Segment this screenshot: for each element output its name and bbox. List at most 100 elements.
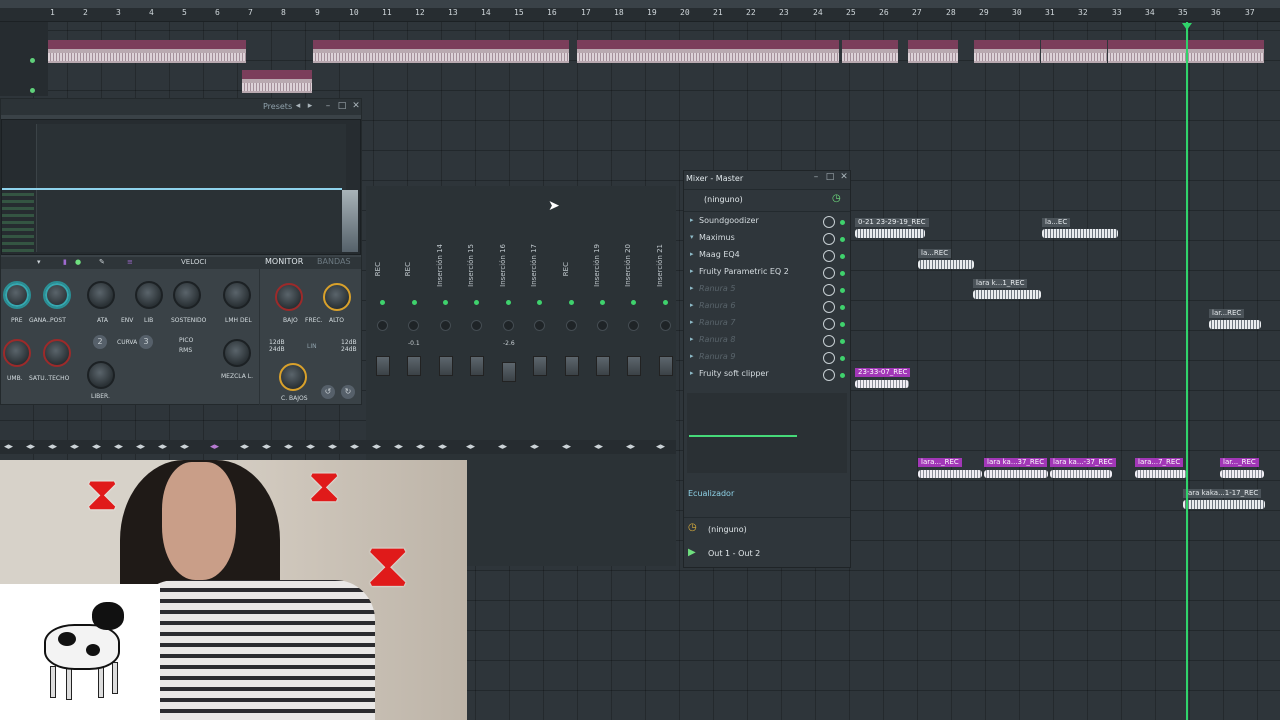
audio-clip[interactable]: free jane remover + kmoe + glaive type b… <box>313 40 569 63</box>
audio-clip[interactable]: free j...morning <box>1041 40 1107 63</box>
route-arrow-icon[interactable]: ◂▸ <box>4 442 13 452</box>
audio-clip[interactable]: free...orning <box>842 40 898 63</box>
route-arrow-icon[interactable]: ◂▸ <box>114 442 123 452</box>
pan-knob[interactable] <box>534 320 545 331</box>
route-arrow-icon[interactable]: ◂▸ <box>656 442 665 452</box>
playhead[interactable] <box>1186 22 1188 720</box>
route-arrow-icon[interactable]: ◂▸ <box>92 442 101 452</box>
chevron-right-icon[interactable]: ▸ <box>690 216 694 224</box>
effect-slot[interactable]: ▸ Fruity Parametric EQ 2 <box>684 264 850 281</box>
route-arrow-icon[interactable]: ◂▸ <box>626 442 635 452</box>
audio-clip[interactable]: free j...morning <box>974 40 1040 63</box>
threshold-line[interactable] <box>2 188 342 190</box>
mix-level-knob[interactable] <box>823 267 835 279</box>
power-icon[interactable]: ● <box>75 258 81 266</box>
channel-led[interactable] <box>380 300 385 305</box>
slot-enable-led[interactable] <box>840 220 845 225</box>
rec-clip-selected[interactable]: lara ka...37_REC <box>984 458 1048 480</box>
route-arrow-icon[interactable]: ◂▸ <box>306 442 315 452</box>
rec-clip[interactable]: lara kaka...1-17_REC <box>1183 489 1265 511</box>
master-meter[interactable] <box>687 393 847 473</box>
channel-led[interactable] <box>569 300 574 305</box>
rec-clip-selected[interactable]: lara...7_REC <box>1135 458 1187 480</box>
channel-led[interactable] <box>537 300 542 305</box>
rms-label[interactable]: RMS <box>179 347 192 354</box>
mix-level-knob[interactable] <box>823 233 835 245</box>
slot-enable-led[interactable] <box>840 339 845 344</box>
slot-enable-led[interactable] <box>840 373 845 378</box>
close-icon[interactable]: ✕ <box>351 101 361 111</box>
track-header[interactable] <box>0 22 48 96</box>
pan-knob[interactable] <box>440 320 451 331</box>
effect-slot[interactable]: ▾ Maximus <box>684 230 850 247</box>
rec-clip[interactable]: la...REC <box>918 249 974 271</box>
mix-level-knob[interactable] <box>823 250 835 262</box>
mix-level-knob[interactable] <box>823 369 835 381</box>
chevron-down-icon[interactable]: ▾ <box>37 258 41 266</box>
route-arrow-icon[interactable]: ◂▸ <box>562 442 571 452</box>
route-arrow-icon[interactable]: ◂▸ <box>466 442 475 452</box>
mix-knob[interactable] <box>223 339 251 367</box>
volume-fader[interactable] <box>407 356 421 376</box>
threshold-knob[interactable] <box>3 339 31 367</box>
chevron-right-icon[interactable]: ▸ <box>690 335 694 343</box>
redo-icon[interactable]: ↻ <box>341 385 355 399</box>
plugin-title-bar[interactable]: Presets ◂ ▸ – □ ✕ <box>1 99 361 115</box>
effect-slot[interactable]: ▸ Ranura 7 <box>684 315 850 332</box>
volume-fader[interactable] <box>659 356 673 376</box>
curve-right-button[interactable]: 3 <box>139 335 153 349</box>
track-mute-led[interactable] <box>30 88 35 93</box>
gain-post-knob[interactable] <box>43 281 71 309</box>
close-icon[interactable]: ✕ <box>839 172 849 182</box>
rec-clip-selected[interactable]: lara..._REC <box>918 458 982 480</box>
chevron-right-icon[interactable]: ▸ <box>690 250 694 258</box>
clock-icon[interactable]: ◷ <box>832 193 841 204</box>
slot-enable-led[interactable] <box>840 305 845 310</box>
route-arrow-icon[interactable]: ◂▸ <box>284 442 293 452</box>
channel-led[interactable] <box>663 300 668 305</box>
undo-icon[interactable]: ↺ <box>321 385 335 399</box>
route-arrow-icon[interactable]: ◂▸ <box>372 442 381 452</box>
low-cut-knob[interactable] <box>279 363 307 391</box>
slot-enable-led[interactable] <box>840 271 845 276</box>
high-knob[interactable] <box>323 283 351 311</box>
band-indicator-icon[interactable]: ▮ <box>63 258 67 266</box>
compressor-graph[interactable] <box>1 119 361 255</box>
prev-preset-icon[interactable]: ◂ <box>293 101 303 111</box>
route-arrow-icon[interactable]: ◂▸ <box>328 442 337 452</box>
effect-slot[interactable]: ▸ Soundgoodizer <box>684 213 850 230</box>
volume-fader[interactable] <box>376 356 390 376</box>
effect-slot[interactable]: ▸ Ranura 9 <box>684 349 850 366</box>
audio-clip[interactable]: fre...orning <box>908 40 958 63</box>
chevron-right-icon[interactable]: ▸ <box>690 301 694 309</box>
slot-enable-led[interactable] <box>840 322 845 327</box>
effect-slot[interactable]: ▸ Ranura 8 <box>684 332 850 349</box>
menu-icon[interactable]: ≡ <box>127 258 133 266</box>
release-knob[interactable] <box>135 281 163 309</box>
lmh-delay-knob[interactable] <box>223 281 251 309</box>
pan-knob[interactable] <box>503 320 514 331</box>
effect-slot[interactable]: ▸ Ranura 5 <box>684 281 850 298</box>
volume-fader[interactable] <box>470 356 484 376</box>
channel-led[interactable] <box>443 300 448 305</box>
mix-level-knob[interactable] <box>823 301 835 313</box>
maximize-icon[interactable]: □ <box>337 101 347 111</box>
low-knob[interactable] <box>275 283 303 311</box>
chevron-right-icon[interactable]: ▸ <box>690 284 694 292</box>
timeline-ruler[interactable]: 1 2 3 4 5 6 7 8 9 10 11 12 13 14 15 16 1… <box>0 8 1280 22</box>
route-arrow-icon[interactable]: ◂▸ <box>240 442 249 452</box>
rec-clip[interactable]: lara k...1_REC <box>973 279 1041 301</box>
rec-clip[interactable]: la...EC <box>1042 218 1118 240</box>
minimize-icon[interactable]: – <box>811 172 821 182</box>
route-arrow-icon[interactable]: ◂▸ <box>158 442 167 452</box>
route-arrow-icon[interactable]: ◂▸ <box>498 442 507 452</box>
mix-level-knob[interactable] <box>823 335 835 347</box>
attack-knob[interactable] <box>87 281 115 309</box>
route-arrow-icon[interactable]: ◂▸ <box>416 442 425 452</box>
tab-bandas[interactable]: BANDAS <box>317 257 351 266</box>
track-mute-led[interactable] <box>30 58 35 63</box>
slot-enable-led[interactable] <box>840 288 845 293</box>
slot-enable-led[interactable] <box>840 356 845 361</box>
effect-slot[interactable]: ▸ Fruity soft clipper <box>684 366 850 383</box>
rec-clip[interactable]: lar...REC <box>1209 309 1261 331</box>
